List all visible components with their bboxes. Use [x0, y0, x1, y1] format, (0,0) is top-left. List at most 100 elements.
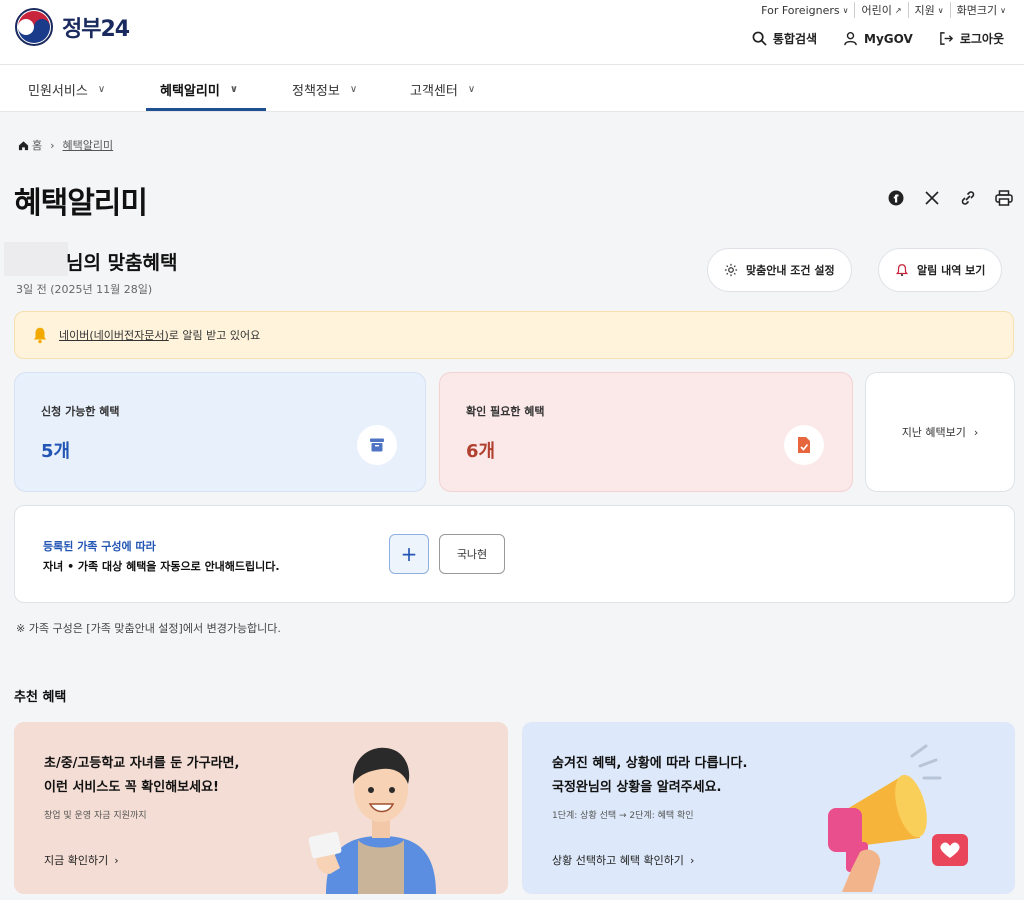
- smiling-man-illustration-icon: [308, 747, 436, 894]
- logo-text: 정부24: [62, 17, 130, 42]
- check-needed-benefits-card[interactable]: 확인 필요한 혜택 6개: [439, 372, 853, 492]
- util-foreigners[interactable]: For Foreigners ∨: [755, 2, 856, 18]
- alert-history-button[interactable]: 알림 내역 보기: [878, 248, 1003, 292]
- search-label: 통합검색: [772, 32, 818, 46]
- banner-subtext: 창업 및 운영 자금 지원까지: [44, 811, 147, 821]
- alert-settings-label: 맞춤안내 조건 설정: [746, 264, 835, 277]
- add-family-member-button[interactable]: +: [389, 534, 429, 574]
- chevron-down-icon: ∨: [229, 83, 238, 95]
- home-icon: [18, 140, 29, 150]
- link-copy-icon[interactable]: [958, 188, 978, 208]
- notice-channel-link[interactable]: 네이버(네이버전자문서): [59, 329, 169, 342]
- recommend-banner-school-children[interactable]: 초/중/고등학교 자녀를 둔 가구라면, 이런 서비스도 꼭 확인해보세요! 창…: [14, 722, 508, 894]
- x-twitter-icon[interactable]: [922, 188, 942, 208]
- breadcrumb-current[interactable]: 혜택알리미: [63, 137, 114, 153]
- util-support[interactable]: 지원 ∨: [909, 2, 951, 18]
- alert-settings-button[interactable]: 맞춤안내 조건 설정: [707, 248, 852, 292]
- family-member-chip[interactable]: 국나현: [439, 534, 505, 574]
- nav-item-policy-info[interactable]: 정책정보 ∨: [292, 65, 357, 113]
- site-logo[interactable]: 정부24: [14, 7, 130, 47]
- banner-headline-line1: 초/중/고등학교 자녀를 둔 가구라면,: [44, 756, 240, 771]
- banner-subtext: 1단계: 상황 선택 → 2단계: 혜택 확인: [552, 811, 694, 821]
- available-benefits-label: 신청 가능한 혜택: [41, 405, 120, 418]
- search-button[interactable]: 통합검색: [752, 30, 817, 47]
- chevron-right-icon: ›: [973, 425, 979, 439]
- family-panel-title: 등록된 가족 구성에 따라: [43, 540, 156, 553]
- bell-icon: [895, 264, 909, 277]
- util-label: For Foreigners: [761, 3, 840, 17]
- user-icon: [844, 31, 857, 46]
- util-label: 어린이: [861, 4, 892, 17]
- banner-headline-line2: 국정완님의 상황을 알려주세요.: [552, 780, 722, 795]
- available-benefits-card[interactable]: 신청 가능한 혜택 5개: [14, 372, 426, 492]
- taegeuk-logo-icon: [15, 8, 53, 46]
- user-name-redacted: [4, 242, 68, 276]
- document-check-icon: [784, 425, 824, 465]
- facebook-icon[interactable]: [886, 188, 906, 208]
- page-title: 혜택알리미: [14, 186, 148, 221]
- chevron-right-icon: ›: [114, 853, 119, 867]
- recommend-banner-situation[interactable]: 숨겨진 혜택, 상황에 따라 다릅니다. 국정완님의 상황을 알려주세요. 1단…: [522, 722, 1015, 894]
- nav-item-customer-center[interactable]: 고객센터 ∨: [410, 65, 475, 113]
- chevron-down-icon: ∨: [349, 83, 358, 95]
- recommended-section-title: 추천 혜택: [14, 690, 67, 705]
- family-setting-note: ※ 가족 구성은 [가족 맞춤안내 설정]에서 변경가능합니다.: [16, 622, 281, 635]
- notification-channel-notice: 네이버(네이버전자문서)로 알림 받고 있어요: [14, 311, 1014, 359]
- util-kids[interactable]: 어린이 ↗: [855, 2, 909, 18]
- banner-cta-link[interactable]: 지금 확인하기 ›: [44, 852, 119, 868]
- breadcrumb-home[interactable]: 홈: [18, 137, 42, 153]
- search-icon: [752, 31, 767, 46]
- share-tools: [886, 188, 1014, 208]
- gear-icon: [724, 263, 738, 277]
- mygov-label: MyGOV: [864, 31, 913, 46]
- alert-history-label: 알림 내역 보기: [917, 264, 986, 277]
- benefit-box-icon: [357, 425, 397, 465]
- chevron-down-icon: ∨: [842, 5, 849, 15]
- logout-icon: [940, 32, 953, 45]
- chevron-right-icon: ›: [50, 138, 55, 152]
- nav-item-benefit-alert[interactable]: 혜택알리미 ∨: [160, 65, 238, 113]
- chevron-down-icon: ∨: [1000, 5, 1006, 15]
- banner-headline-line1: 숨겨진 혜택, 상황에 따라 다릅니다.: [552, 756, 748, 771]
- chevron-down-icon: ∨: [467, 83, 476, 95]
- mygov-button[interactable]: MyGOV: [843, 30, 913, 47]
- nav-label: 정책정보: [292, 83, 340, 99]
- util-font-size[interactable]: 화면크기 ∨: [951, 2, 1012, 18]
- bell-icon: [33, 327, 47, 344]
- header-actions: 통합검색 MyGOV 로그아웃: [752, 30, 1004, 47]
- nav-label: 혜택알리미: [160, 83, 220, 99]
- greeting-title: 님의 맞춤혜택: [66, 252, 178, 274]
- available-benefits-count: 5개: [41, 441, 71, 462]
- external-link-icon: ↗: [894, 5, 902, 15]
- chevron-down-icon: ∨: [97, 83, 106, 95]
- banner-cta-label: 지금 확인하기: [44, 854, 109, 867]
- nav-label: 고객센터: [410, 83, 458, 99]
- banner-cta-link[interactable]: 상황 선택하고 혜택 확인하기 ›: [552, 852, 694, 868]
- nav-item-civil-service[interactable]: 민원서비스 ∨: [28, 65, 105, 113]
- family-composition-panel: 등록된 가족 구성에 따라 자녀 • 가족 대상 혜택을 자동으로 안내해드립니…: [14, 505, 1015, 603]
- print-icon[interactable]: [994, 188, 1014, 208]
- megaphone-illustration-icon: [828, 744, 968, 892]
- top-header: 정부24 For Foreigners ∨ 어린이 ↗ 지원 ∨ 화면크기 ∨ 통합검색…: [0, 0, 1024, 64]
- logout-button[interactable]: 로그아웃: [939, 30, 1004, 47]
- breadcrumb-home-label: 홈: [32, 139, 43, 152]
- utility-links: For Foreigners ∨ 어린이 ↗ 지원 ∨ 화면크기 ∨: [755, 2, 1012, 18]
- logout-label: 로그아웃: [959, 32, 1004, 46]
- chevron-right-icon: ›: [689, 853, 695, 867]
- active-nav-indicator: [146, 108, 266, 111]
- main-navigation: 민원서비스 ∨ 혜택알리미 ∨ 정책정보 ∨ 고객센터 ∨: [0, 64, 1024, 112]
- last-updated-date: 3일 전 (2025년 11월 28일): [16, 283, 153, 296]
- past-benefits-link[interactable]: 지난 혜택보기 ›: [865, 372, 1015, 492]
- notice-text: 로 알림 받고 있어요: [168, 329, 261, 342]
- banner-headline-line2: 이런 서비스도 꼭 확인해보세요!: [44, 780, 219, 795]
- breadcrumb: 홈 › 혜택알리미: [18, 137, 113, 153]
- banner-cta-label: 상황 선택하고 혜택 확인하기: [552, 854, 684, 867]
- check-needed-label: 확인 필요한 혜택: [466, 405, 545, 418]
- util-label: 지원: [914, 4, 935, 17]
- check-needed-count: 6개: [466, 441, 496, 462]
- chevron-down-icon: ∨: [937, 5, 944, 15]
- family-panel-desc: 자녀 • 가족 대상 혜택을 자동으로 안내해드립니다.: [43, 560, 280, 573]
- nav-label: 민원서비스: [28, 83, 88, 99]
- util-label: 화면크기: [956, 4, 998, 17]
- past-benefits-label: 지난 혜택보기: [901, 426, 966, 439]
